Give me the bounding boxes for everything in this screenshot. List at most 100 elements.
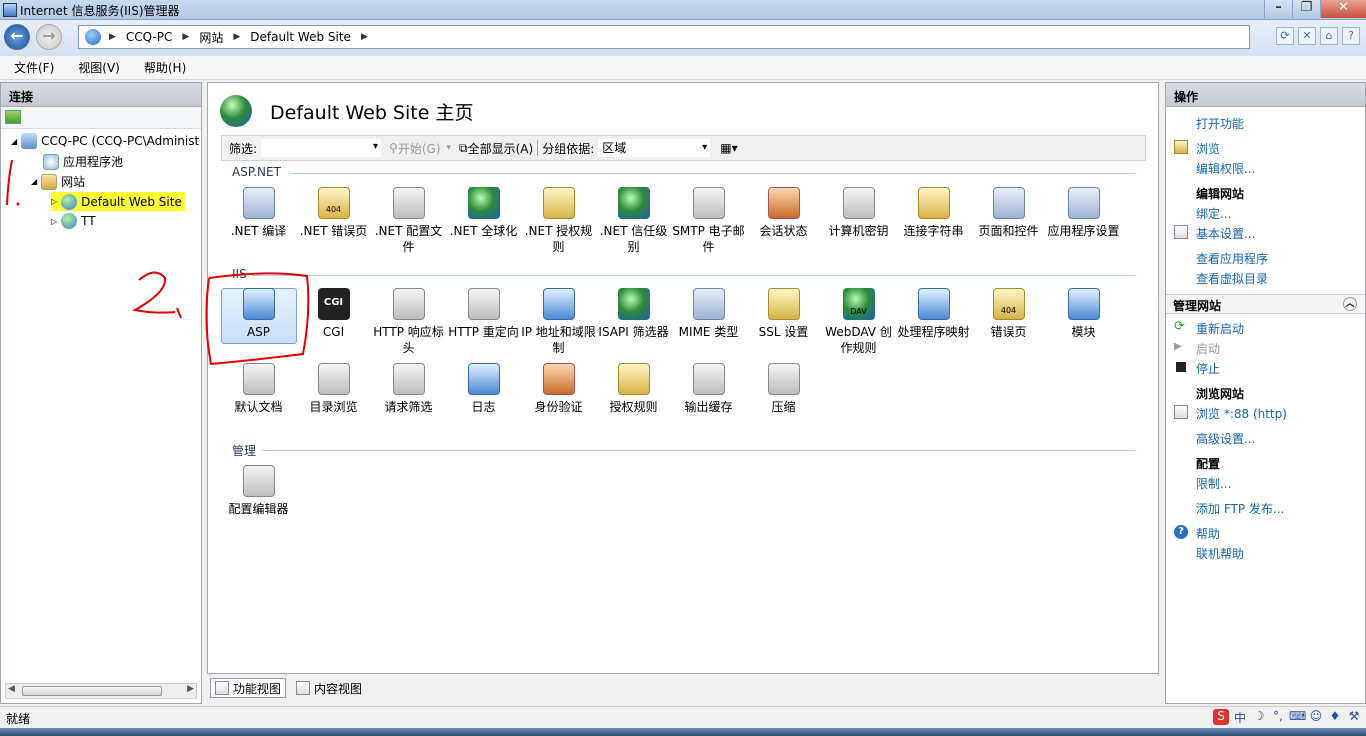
punctuation-icon[interactable]: °, [1270, 709, 1286, 725]
tree-node-tt[interactable]: ▷ TT [51, 213, 96, 229]
feature-compression[interactable]: 压缩 [746, 363, 821, 415]
collapse-arrow-icon[interactable]: ▷ [51, 197, 57, 206]
feature-app-settings[interactable]: 应用程序设置 [1046, 187, 1121, 239]
scrollbar-thumb[interactable] [22, 686, 162, 696]
feature-error-pages[interactable]: 404 错误页 [971, 288, 1046, 340]
action-view-virtual-dirs[interactable]: 查看虚拟目录 [1196, 270, 1268, 287]
show-all-button[interactable]: ⧉ 全部显示(A) [459, 140, 533, 157]
feature-ssl-settings[interactable]: SSL 设置 [746, 288, 821, 340]
moon-icon[interactable]: ☽ [1251, 709, 1267, 725]
feature-cgi[interactable]: CGI CGI [296, 288, 371, 340]
feature-pages-controls[interactable]: 页面和控件 [971, 187, 1046, 239]
action-limits[interactable]: 限制... [1196, 475, 1231, 492]
breadcrumb-server[interactable]: CCQ-PC [126, 30, 172, 44]
shirt-icon[interactable]: ♦ [1327, 709, 1343, 725]
feature-webdav-authoring[interactable]: DAV WebDAV 创作规则 [821, 288, 896, 356]
action-open-feature[interactable]: 打开功能 [1196, 115, 1244, 132]
ime-icon[interactable]: S [1213, 709, 1229, 725]
feature-authentication[interactable]: 身份验证 [521, 363, 596, 415]
expand-arrow-icon[interactable]: ◢ [31, 177, 37, 186]
close-button[interactable]: ✕ [1320, 0, 1366, 18]
expand-arrow-icon[interactable]: ◢ [11, 137, 17, 146]
minimize-button[interactable]: – [1264, 0, 1292, 18]
feature-ip-domain-restrictions[interactable]: IP 地址和域限制 [521, 288, 596, 356]
feature-mime-types[interactable]: MIME 类型 [671, 288, 746, 340]
feature-logging[interactable]: 日志 [446, 363, 521, 415]
feature-net-globalization[interactable]: .NET 全球化 [446, 187, 521, 239]
feature-net-authorization[interactable]: .NET 授权规则 [521, 187, 596, 255]
action-edit-permissions[interactable]: 编辑权限... [1196, 160, 1255, 177]
horizontal-scrollbar[interactable]: ◀ ▶ [5, 683, 197, 699]
feature-asp[interactable]: ASP [221, 288, 296, 340]
feature-connection-strings[interactable]: 连接字符串 [896, 187, 971, 239]
feature-modules[interactable]: 模块 [1046, 288, 1121, 340]
manage-site-group[interactable]: 管理网站 ︿ [1166, 294, 1365, 314]
start-filter-button[interactable]: ⚲ 开始(G) ▾ [389, 140, 451, 157]
feature-net-profile[interactable]: .NET 配置文件 [371, 187, 446, 255]
action-browse-88[interactable]: 浏览 *:88 (http) [1196, 405, 1287, 422]
refresh-icon[interactable]: ⟳ [1276, 27, 1294, 45]
collapse-chevron-icon[interactable]: ︿ [1343, 297, 1357, 311]
start-filter-label: 开始(G) [397, 141, 441, 156]
tree-node-server[interactable]: ◢ CCQ-PC (CCQ-PC\Administ [11, 133, 199, 149]
feature-net-trust-levels[interactable]: .NET 信任级别 [596, 187, 671, 255]
wrench-icon[interactable]: ⚒ [1346, 709, 1362, 725]
feature-smtp-email[interactable]: SMTP 电子邮件 [671, 187, 746, 255]
dropdown-arrow-icon[interactable]: ▾ [447, 143, 452, 153]
tree-node-sites[interactable]: ◢ 网站 [31, 173, 85, 190]
tab-features-view[interactable]: 功能视图 [210, 678, 287, 698]
feature-net-compilation[interactable]: .NET 编译 [221, 187, 296, 239]
group-by-select[interactable]: 区域 [598, 139, 711, 157]
feature-handler-mappings[interactable]: 处理程序映射 [896, 288, 971, 340]
tree-node-app-pools[interactable]: 应用程序池 [43, 153, 123, 170]
feature-output-caching[interactable]: 输出缓存 [671, 363, 746, 415]
breadcrumb-site[interactable]: Default Web Site [250, 30, 351, 44]
address-bar[interactable]: ▶ CCQ-PC ▶ 网站 ▶ Default Web Site ▶ [78, 25, 1250, 49]
feature-configuration-editor[interactable]: 配置编辑器 [221, 465, 296, 517]
keyboard-icon[interactable]: ⌨ [1289, 709, 1306, 725]
feature-http-redirect[interactable]: HTTP 重定向 [446, 288, 521, 340]
stop-icon[interactable]: ✕ [1298, 27, 1316, 45]
action-bindings[interactable]: 绑定... [1196, 205, 1231, 222]
action-help[interactable]: 帮助 [1196, 525, 1220, 542]
feature-request-filtering[interactable]: 请求筛选 [371, 363, 446, 415]
feature-http-response-headers[interactable]: HTTP 响应标头 [371, 288, 446, 356]
feature-default-document[interactable]: 默认文档 [221, 363, 296, 415]
feature-isapi-filters[interactable]: ISAPI 筛选器 [596, 288, 671, 340]
ip-restriction-icon [542, 288, 575, 320]
user-icon[interactable]: ☺ [1308, 709, 1324, 725]
ime-mode-icon[interactable]: 中 [1232, 709, 1248, 725]
feature-directory-browsing[interactable]: 目录浏览 [296, 363, 371, 415]
collapse-arrow-icon[interactable]: ▷ [51, 217, 57, 226]
scroll-right-icon[interactable]: ▶ [187, 684, 194, 694]
back-button[interactable]: ← [4, 24, 30, 50]
connect-icon[interactable] [5, 110, 21, 124]
view-toggle-icon[interactable]: ▦▾ [720, 141, 737, 155]
menu-help[interactable]: 帮助(H) [130, 59, 196, 76]
home-icon[interactable]: ⌂ [1320, 27, 1338, 45]
action-stop[interactable]: 停止 [1196, 360, 1220, 377]
action-basic-settings[interactable]: 基本设置... [1196, 225, 1255, 242]
feature-machine-key[interactable]: 计算机密钥 [821, 187, 896, 239]
action-add-ftp[interactable]: 添加 FTP 发布... [1196, 500, 1284, 517]
modules-icon [1067, 288, 1100, 320]
feature-net-error-pages[interactable]: 404 .NET 错误页 [296, 187, 371, 239]
action-browse[interactable]: 浏览 [1196, 140, 1220, 157]
feature-session-state[interactable]: 会话状态 [746, 187, 821, 239]
breadcrumb-sites[interactable]: 网站 [199, 29, 223, 46]
menu-view[interactable]: 视图(V) [64, 59, 130, 76]
tree-node-default-web-site[interactable]: ▷ Default Web Site [51, 192, 185, 211]
action-start[interactable]: 启动 [1196, 340, 1220, 357]
tab-content-view[interactable]: 内容视图 [292, 678, 366, 698]
maximize-button[interactable]: ❐ [1292, 0, 1320, 18]
action-view-applications[interactable]: 查看应用程序 [1196, 250, 1268, 267]
forward-button[interactable]: → [36, 24, 62, 50]
menu-file[interactable]: 文件(F) [0, 59, 64, 76]
feature-authorization-rules[interactable]: 授权规则 [596, 363, 671, 415]
action-online-help[interactable]: 联机帮助 [1196, 545, 1244, 562]
filter-input[interactable] [261, 139, 382, 157]
help-icon[interactable]: ? [1342, 27, 1360, 45]
action-advanced-settings[interactable]: 高级设置... [1196, 430, 1255, 447]
scroll-left-icon[interactable]: ◀ [8, 684, 15, 694]
action-restart[interactable]: 重新启动 [1196, 320, 1244, 337]
